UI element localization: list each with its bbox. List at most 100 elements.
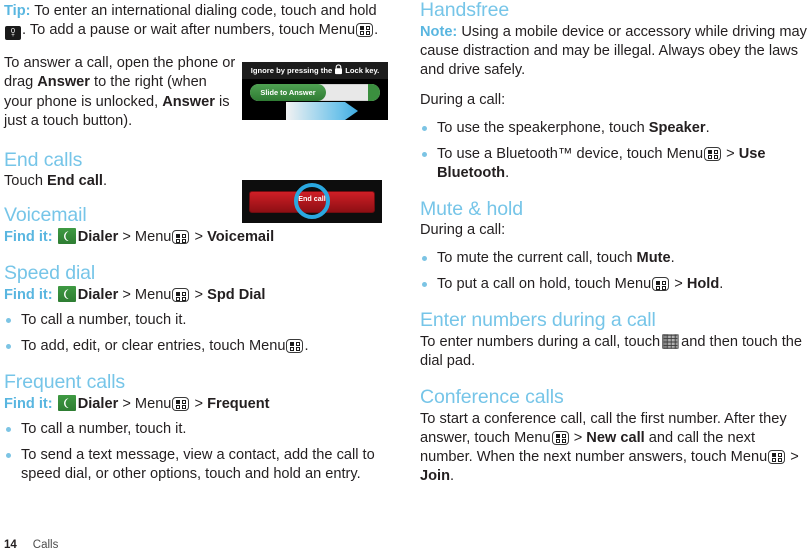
left-column: Tip: To enter an international dialing c…: [4, 0, 394, 494]
voicemail-app-name: Dialer: [77, 229, 119, 246]
hold-bold: Hold: [686, 276, 720, 293]
highlight-ring: [294, 183, 330, 219]
speed-dial-menu-word: Menu: [134, 287, 172, 304]
enter-numbers-paragraph: To enter numbers during a call, touch and…: [420, 333, 810, 371]
speaker-bullet-prefix: To use the speakerphone, touch: [437, 119, 649, 136]
menu-key-icon: [768, 449, 786, 464]
heading-frequent-calls: Frequent calls: [4, 370, 126, 393]
speed-dial-target: Spd Dial: [207, 287, 266, 304]
lock-icon: [334, 64, 343, 75]
tip-text-part1: To enter an international dialing code, …: [34, 3, 377, 19]
conference-bold-1: New call: [586, 429, 645, 446]
list-item: To use a Bluetooth™ device, touch Menu >…: [420, 145, 810, 183]
list-item: To put a call on hold, touch Menu > Hold…: [420, 275, 810, 294]
hold-suffix: .: [719, 276, 724, 293]
handsfree-bullets: To use the speakerphone, touch Speaker. …: [420, 119, 810, 183]
bluetooth-bullet-prefix: To use a Bluetooth™ device, touch Menu: [437, 145, 704, 162]
frequent-sep-2: >: [194, 395, 204, 412]
frequent-app-name: Dialer: [77, 395, 119, 412]
list-item: To call a number, touch it.: [4, 311, 394, 330]
end-calls-text-prefix: Touch: [4, 173, 47, 190]
answer-bold-2: Answer: [162, 93, 215, 110]
heading-speed-dial: Speed dial: [4, 262, 96, 285]
mute-bold: Mute: [636, 250, 671, 267]
speed-dial-bullets: To call a number, touch it. To add, edit…: [4, 311, 394, 356]
tip-paragraph: Tip: To enter an international dialing c…: [4, 2, 394, 40]
dialer-app-icon: [57, 286, 76, 303]
page-footer: 14 Calls: [4, 539, 58, 551]
page-number: 14: [4, 539, 17, 551]
right-column: Handsfree Note: Using a mobile device or…: [420, 0, 810, 497]
dialpad-icon: [662, 334, 680, 350]
frequent-menu-word: Menu: [134, 395, 172, 412]
tip-label: Tip:: [4, 3, 31, 19]
bluetooth-sep: >: [726, 145, 735, 162]
drag-direction-arrow: [286, 102, 358, 120]
manual-page: Tip: To enter an international dialing c…: [0, 0, 810, 557]
chapter-name: Calls: [32, 539, 59, 551]
list-item: To use the speakerphone, touch Speaker.: [420, 119, 810, 138]
frequent-bullet-2: To send a text message, view a contact, …: [21, 446, 375, 482]
zero-plus-key-icon: 0 +: [5, 25, 21, 40]
menu-key-icon: [172, 396, 190, 411]
find-it-label-frequent: Find it:: [4, 395, 53, 412]
conference-paragraph: To start a conference call, call the fir…: [420, 410, 810, 486]
frequent-sep-1: >: [122, 395, 131, 412]
ignore-lock-hint-bar: Ignore by pressing the Lock key.: [242, 62, 388, 79]
menu-key-icon: [652, 277, 670, 292]
frequent-calls-find-it: Find it: Dialer > Menu > Frequent: [4, 394, 394, 414]
voicemail-target: Voicemail: [207, 229, 275, 246]
frequent-calls-bullets: To call a number, touch it. To send a te…: [4, 420, 394, 484]
slide-to-answer-knob[interactable]: Slide to Answer: [250, 84, 326, 101]
tip-text-part3: .: [374, 21, 379, 38]
dialer-app-icon: [57, 394, 76, 411]
handsfree-note: Note: Using a mobile device or accessory…: [420, 23, 810, 80]
speed-dial-bullet-1: To call a number, touch it.: [21, 311, 187, 328]
tip-text-part2: . To add a pause or wait after numbers, …: [22, 21, 356, 38]
menu-key-icon: [172, 288, 190, 303]
conference-bold-2: Join: [420, 467, 450, 484]
speaker-bullet-suffix: .: [705, 119, 710, 136]
voicemail-menu-word: Menu: [134, 229, 172, 246]
answer-call-screenshot: Ignore by pressing the Lock key. Slide to…: [242, 62, 388, 120]
end-calls-bold: End call: [47, 173, 103, 190]
speed-dial-bullet-2-suffix: .: [304, 337, 309, 354]
heading-mute-hold: Mute & hold: [420, 197, 523, 220]
heading-enter-numbers: Enter numbers during a call: [420, 309, 656, 332]
menu-key-icon: [286, 338, 304, 353]
list-item: To add, edit, or clear entries, touch Me…: [4, 337, 394, 356]
handsfree-during-call: During a call:: [420, 91, 506, 108]
conference-part3: .: [450, 467, 455, 484]
heading-end-calls: End calls: [4, 148, 83, 171]
end-calls-text-suffix: .: [102, 173, 108, 190]
frequent-bullet-1: To call a number, touch it.: [21, 420, 187, 437]
speaker-bold: Speaker: [648, 119, 706, 136]
speed-dial-find-it: Find it: Dialer > Menu > Spd Dial: [4, 286, 394, 305]
frequent-target: Frequent: [207, 395, 270, 412]
mute-bullet-suffix: .: [670, 250, 675, 267]
list-item: To send a text message, view a contact, …: [4, 446, 394, 484]
answer-bold-1: Answer: [37, 74, 90, 91]
menu-key-icon: [172, 230, 190, 245]
hold-sep: >: [674, 276, 683, 293]
voicemail-sep-2: >: [194, 229, 204, 246]
speed-dial-sep-2: >: [194, 287, 204, 304]
menu-key-icon: [356, 22, 374, 37]
note-text: Using a mobile device or accessory while…: [420, 23, 807, 78]
list-item: To call a number, touch it.: [4, 420, 394, 439]
voicemail-sep-1: >: [122, 229, 131, 246]
bluetooth-suffix: .: [505, 164, 510, 181]
enter-numbers-prefix: To enter numbers during a call, touch: [420, 334, 661, 351]
speed-dial-bullet-2-prefix: To add, edit, or clear entries, touch Me…: [21, 337, 286, 354]
list-item: To mute the current call, touch Mute.: [420, 249, 810, 268]
dialer-app-icon: [57, 228, 76, 245]
mute-bullet-prefix: To mute the current call, touch: [437, 250, 637, 267]
heading-conference-calls: Conference calls: [420, 386, 564, 409]
heading-handsfree: Handsfree: [420, 0, 510, 21]
menu-key-icon: [551, 430, 569, 445]
end-call-screenshot: End call: [242, 180, 382, 223]
speed-dial-sep-1: >: [122, 287, 131, 304]
find-it-label-speed-dial: Find it:: [4, 287, 53, 304]
mute-hold-bullets: To mute the current call, touch Mute. To…: [420, 249, 810, 294]
find-it-label-voicemail: Find it:: [4, 229, 53, 246]
